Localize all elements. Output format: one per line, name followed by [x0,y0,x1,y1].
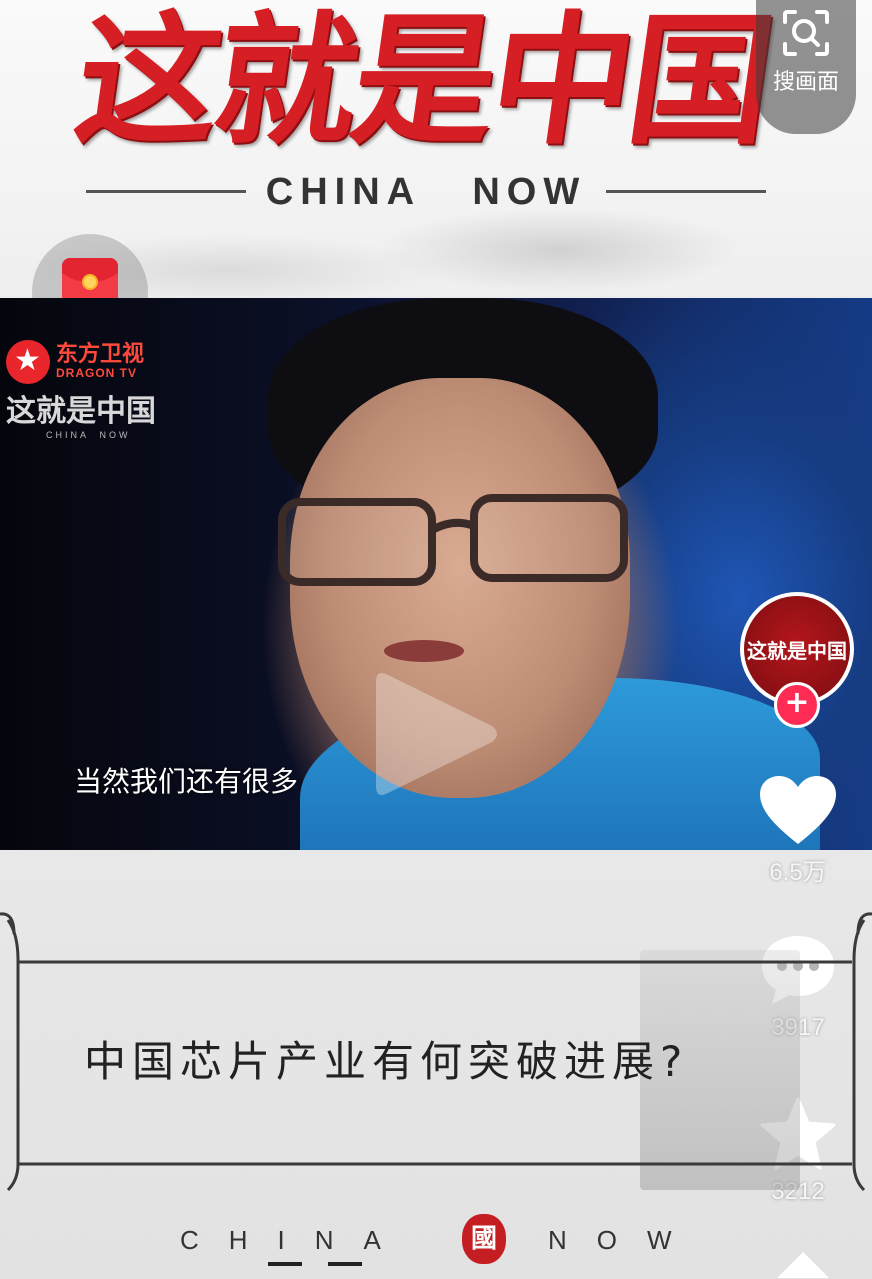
avatar-text: 这就是中国 [747,638,847,663]
glasses-shape [278,494,628,586]
share-button[interactable] [752,1250,844,1279]
divider-left [86,190,246,193]
footer-now-text: NOW [548,1225,702,1255]
heart-icon [760,776,836,844]
play-icon[interactable] [372,664,502,804]
share-arrow-icon [777,1252,829,1278]
show-watermark: 这就是中国 CHINA NOW [6,394,166,454]
video-subtitle: 当然我们还有很多 [74,765,299,798]
show-watermark-en: CHINA NOW [46,430,131,440]
video-person-mouth [384,640,464,662]
footer-bar-2 [328,1262,362,1266]
question-text: 中国芯片产业有何突破进展? [84,1037,689,1086]
channel-logo: 东方卫视 DRAGON TV [6,340,166,384]
subtitle-english: CHINA NOW [265,171,587,213]
main-title: 这就是中国 [66,0,780,164]
divider-right [606,190,766,193]
channel-logo-en: DRAGON TV [56,366,137,380]
like-count: 6.5万 [769,859,827,886]
footer-china-text: CHINA [180,1225,411,1255]
footer-bar-1 [268,1262,302,1266]
video-player[interactable]: 东方卫视 DRAGON TV 这就是中国 CHINA NOW 当然我们还有很多 [0,298,872,850]
follow-button[interactable]: + [774,682,820,728]
scan-search-icon [783,10,829,56]
search-screen-button[interactable]: 搜画面 [756,0,856,134]
search-screen-label: 搜画面 [772,70,839,95]
show-watermark-cn: 这就是中国 [6,394,156,429]
channel-logo-cn: 东方卫视 [56,342,145,367]
guo-seal-icon: 國 [462,1214,506,1264]
like-button[interactable] [752,770,844,850]
dragon-tv-star-icon [6,340,50,384]
